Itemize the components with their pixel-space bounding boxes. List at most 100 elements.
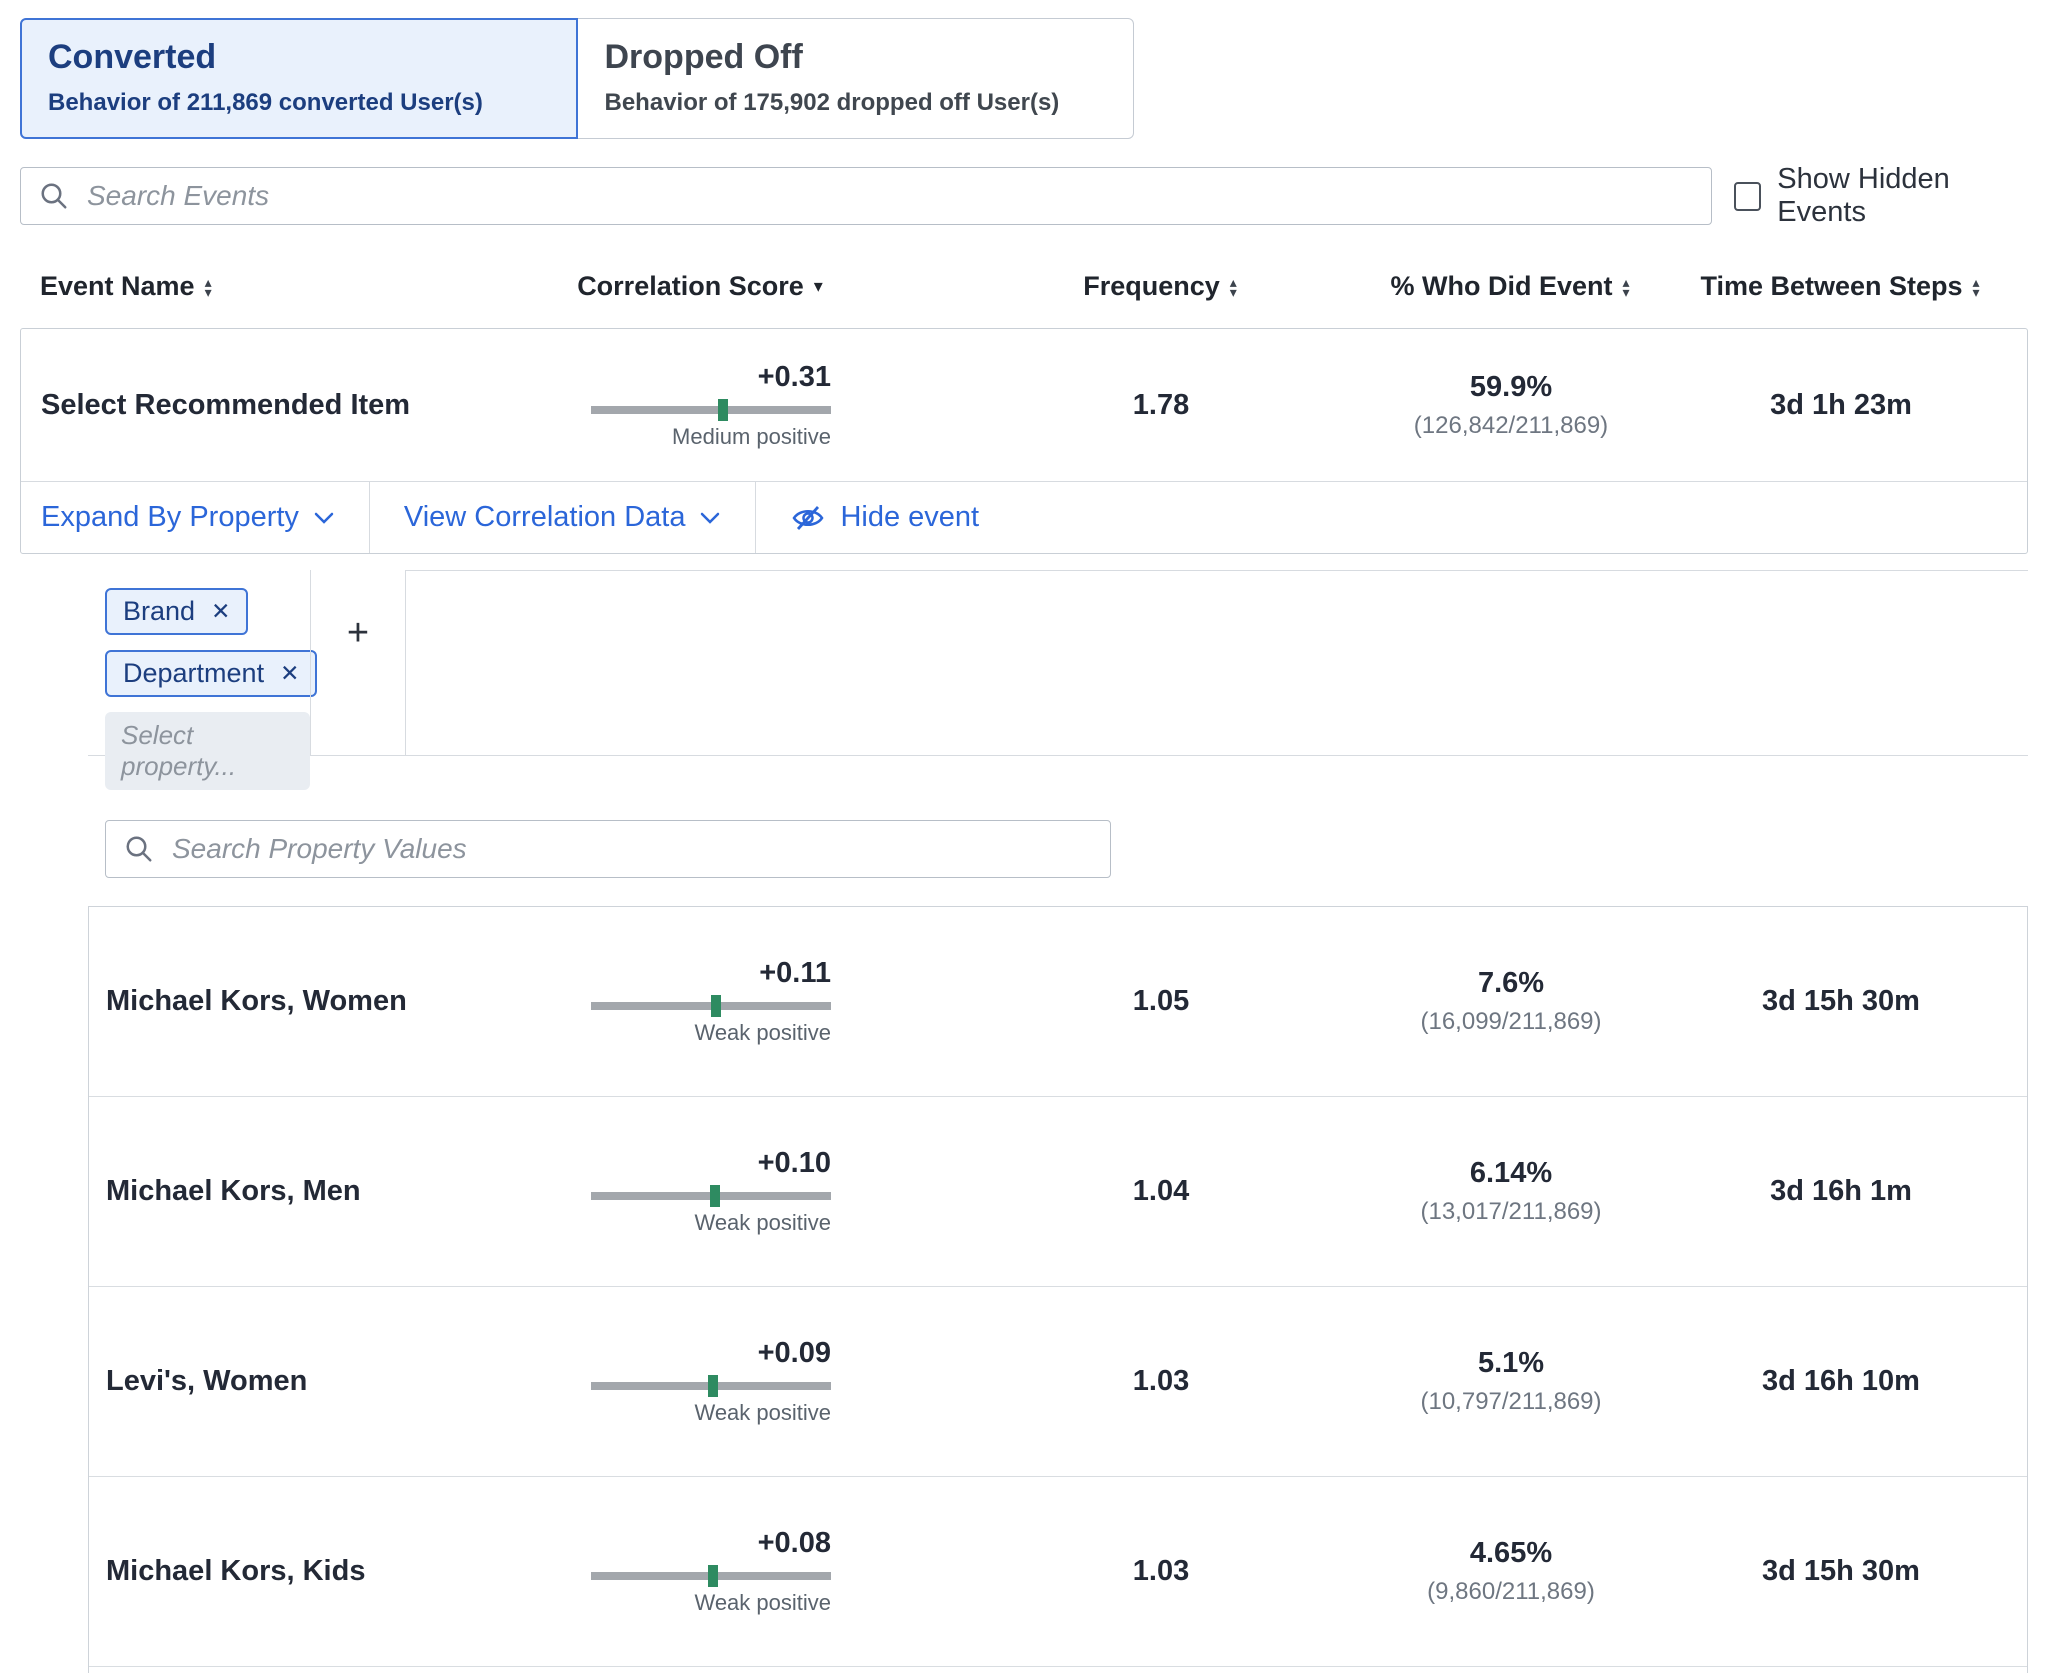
correlation-strength-label: Weak positive	[591, 1020, 831, 1046]
time-between-value: 3d 15h 30m	[1691, 1555, 1991, 1588]
property-row-name: Levi's, Women	[89, 1365, 571, 1398]
search-events-row: Show Hidden Events	[20, 163, 2028, 229]
column-header-pct-who-did-event[interactable]: % Who Did Event ▴▾	[1330, 271, 1690, 302]
correlation-marker	[708, 1375, 718, 1397]
correlation-marker	[708, 1565, 718, 1587]
property-row: Michael Kors, Women +0.11 Weak positive …	[89, 907, 2027, 1097]
tab-converted-title: Converted	[48, 38, 550, 77]
property-row: Michael Kors, Men +0.10 Weak positive 1.…	[89, 1097, 2027, 1287]
sort-icon: ▴▾	[1230, 277, 1237, 297]
correlation-bar	[591, 1192, 831, 1200]
segment-tabs: Converted Behavior of 211,869 converted …	[20, 18, 1134, 139]
correlation-marker	[710, 1185, 720, 1207]
frequency-value: 1.05	[991, 985, 1331, 1018]
column-header-event-name[interactable]: Event Name ▴▾	[20, 271, 570, 302]
pct-who-did-cell: 4.65% (9,860/211,869)	[1331, 1537, 1691, 1606]
property-rows-panel: Michael Kors, Women +0.11 Weak positive …	[88, 906, 2028, 1673]
property-row-name: Michael Kors, Kids	[89, 1555, 571, 1588]
correlation-bar	[591, 1002, 831, 1010]
sort-desc-icon: ▾	[814, 276, 823, 297]
property-row: Michael Kors, Kids +0.08 Weak positive 1…	[89, 1477, 2027, 1667]
property-row-name: Michael Kors, Men	[89, 1175, 571, 1208]
chevron-down-icon	[313, 511, 335, 525]
sort-icon: ▴▾	[1973, 277, 1980, 297]
tab-converted[interactable]: Converted Behavior of 211,869 converted …	[20, 18, 578, 139]
correlation-cell: +0.11 Weak positive	[591, 957, 831, 1046]
pct-who-did-detail: (126,842/211,869)	[1331, 412, 1691, 440]
expanded-property-panel: Brand ✕ Department ✕ Select property... …	[88, 570, 2028, 1673]
search-property-values-input[interactable]	[170, 832, 1092, 866]
show-hidden-label[interactable]: Show Hidden Events	[1777, 163, 2028, 229]
remove-chip-icon[interactable]: ✕	[280, 660, 299, 687]
frequency-value: 1.04	[991, 1175, 1331, 1208]
time-between-value: 3d 1h 23m	[1691, 389, 1991, 422]
pct-who-did-value: 6.14%	[1331, 1157, 1691, 1190]
column-header-frequency[interactable]: Frequency ▴▾	[990, 271, 1330, 302]
correlation-strength-label: Weak positive	[591, 1210, 831, 1236]
sort-icon: ▴▾	[205, 277, 212, 297]
view-correlation-data-button[interactable]: View Correlation Data	[370, 482, 757, 553]
correlation-strength-label: Medium positive	[591, 424, 831, 450]
correlation-strength-label: Weak positive	[591, 1590, 831, 1616]
pct-who-did-cell: 59.9% (126,842/211,869)	[1331, 371, 1691, 440]
property-row-name: Michael Kors, Women	[89, 985, 571, 1018]
correlation-bar	[591, 1572, 831, 1580]
tab-dropped-off[interactable]: Dropped Off Behavior of 175,902 dropped …	[578, 18, 1135, 139]
expand-by-property-button[interactable]: Expand By Property	[21, 482, 370, 553]
correlation-cell: +0.08 Weak positive	[591, 1527, 831, 1616]
search-icon	[124, 834, 154, 864]
correlation-cell: +0.10 Weak positive	[591, 1147, 831, 1236]
correlation-bar	[591, 406, 831, 414]
hide-event-button[interactable]: Hide event	[756, 482, 1013, 553]
frequency-value: 1.03	[991, 1555, 1331, 1588]
pct-who-did-value: 7.6%	[1331, 967, 1691, 1000]
tab-dropped-off-title: Dropped Off	[605, 38, 1107, 77]
select-property-input[interactable]: Select property...	[105, 712, 310, 790]
column-header-correlation-score[interactable]: Correlation Score ▾	[570, 271, 830, 302]
correlation-cell: +0.09 Weak positive	[591, 1337, 831, 1426]
pct-who-did-cell: 6.14% (13,017/211,869)	[1331, 1157, 1691, 1226]
tab-dropped-off-subtitle: Behavior of 175,902 dropped off User(s)	[605, 89, 1107, 117]
property-row: Levi's, Women +0.09 Weak positive 1.03 5…	[89, 1287, 2027, 1477]
correlation-score-value: +0.08	[591, 1527, 831, 1560]
remove-chip-icon[interactable]: ✕	[211, 598, 230, 625]
search-events-input[interactable]	[85, 179, 1693, 213]
show-hidden-checkbox[interactable]	[1734, 182, 1761, 211]
table-header: Event Name ▴▾ Correlation Score ▾ Freque…	[20, 271, 2028, 302]
time-between-value: 3d 15h 30m	[1691, 985, 1991, 1018]
add-property-button[interactable]: +	[310, 570, 406, 755]
property-chips: Brand ✕ Department ✕ Select property...	[88, 570, 310, 755]
pct-who-did-cell: 7.6% (16,099/211,869)	[1331, 967, 1691, 1036]
correlation-score-value: +0.11	[591, 957, 831, 990]
event-name: Select Recommended Item	[21, 389, 571, 422]
search-property-values-box[interactable]	[105, 820, 1111, 878]
correlation-strength-label: Weak positive	[591, 1400, 831, 1426]
search-icon	[39, 181, 69, 211]
pct-who-did-detail: (10,797/211,869)	[1331, 1388, 1691, 1416]
correlation-marker	[711, 995, 721, 1017]
time-between-value: 3d 16h 1m	[1691, 1175, 1991, 1208]
show-hidden-toggle: Show Hidden Events	[1734, 163, 2028, 229]
search-events-box[interactable]	[20, 167, 1712, 225]
chevron-down-icon	[699, 511, 721, 525]
correlation-bar	[591, 1382, 831, 1390]
pct-who-did-detail: (16,099/211,869)	[1331, 1008, 1691, 1036]
pct-who-did-value: 59.9%	[1331, 371, 1691, 404]
correlation-score-value: +0.31	[591, 361, 831, 394]
pct-who-did-detail: (13,017/211,869)	[1331, 1198, 1691, 1226]
event-action-bar: Expand By Property View Correlation Data…	[21, 481, 2027, 553]
event-card: Select Recommended Item +0.31 Medium pos…	[20, 328, 2028, 554]
eye-off-icon	[790, 503, 826, 533]
property-chip-brand[interactable]: Brand ✕	[105, 588, 248, 635]
sort-icon: ▴▾	[1622, 277, 1629, 297]
search-property-values-row	[105, 820, 2028, 878]
property-row-partial	[89, 1667, 2027, 1673]
correlation-cell: +0.31 Medium positive	[591, 361, 831, 450]
correlation-marker	[718, 399, 728, 421]
correlation-score-value: +0.10	[591, 1147, 831, 1180]
column-header-time-between-steps[interactable]: Time Between Steps ▴▾	[1690, 271, 1990, 302]
property-chip-department[interactable]: Department ✕	[105, 650, 317, 697]
frequency-value: 1.78	[991, 389, 1331, 422]
frequency-value: 1.03	[991, 1365, 1331, 1398]
event-row: Select Recommended Item +0.31 Medium pos…	[21, 329, 2027, 481]
